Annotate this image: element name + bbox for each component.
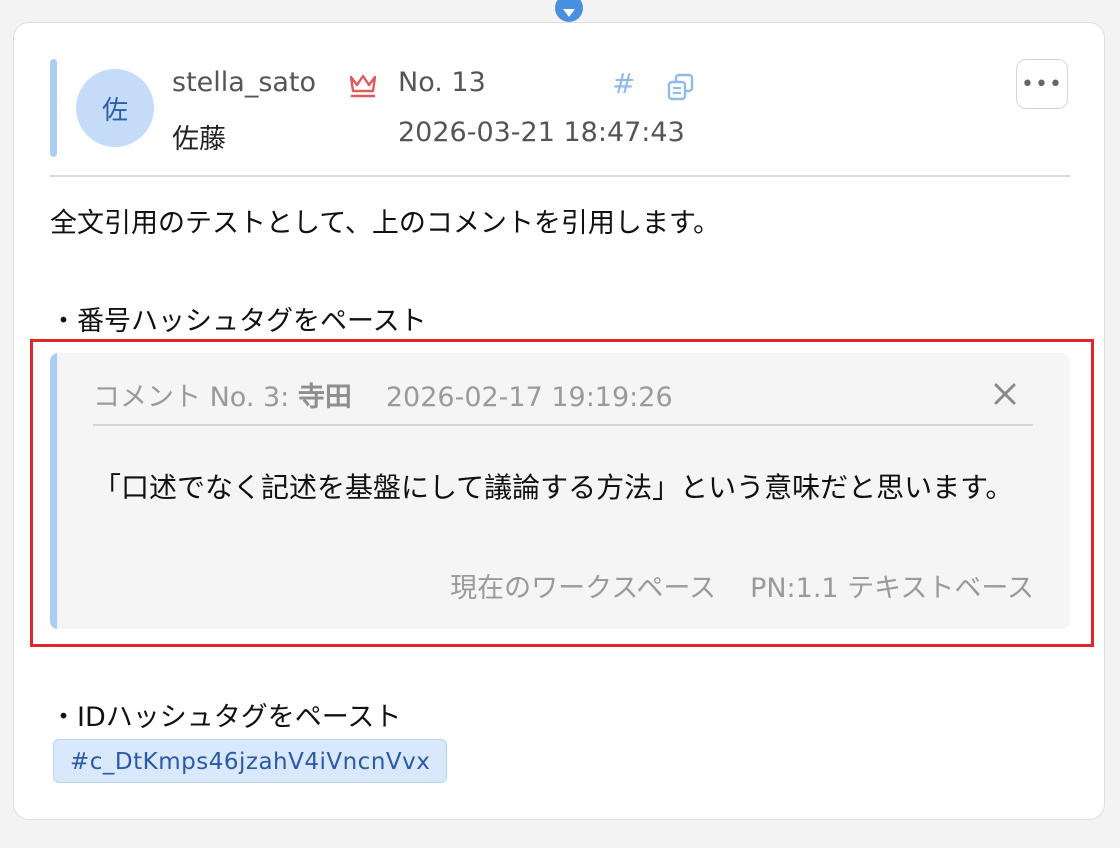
quote-timestamp: 2026-02-17 19:19:26 — [385, 382, 673, 413]
crown-icon — [349, 74, 377, 98]
chevron-down-icon — [563, 9, 575, 17]
comment-body-line: ・IDハッシュタグをペースト — [50, 702, 402, 733]
comment-body-line: ・番号ハッシュタグをペースト — [50, 306, 427, 337]
quote-text: 「口述でなく記述を基盤にして議論する方法」という意味だと思います。 — [93, 471, 1014, 504]
more-icon: ••• — [1021, 71, 1063, 97]
display-name: 佐藤 — [172, 124, 226, 155]
quote-accent-bar — [50, 353, 57, 629]
quote-prefix: コメント No. 3: — [93, 382, 298, 413]
avatar-initial: 佐 — [101, 95, 128, 126]
comment-body-line: 全文引用のテストとして、上のコメントを引用します。 — [50, 208, 721, 239]
quote-divider — [93, 424, 1033, 426]
username[interactable]: stella_sato — [172, 67, 316, 98]
scroll-up-indicator[interactable] — [555, 0, 583, 22]
comment-timestamp: 2026-03-21 18:47:43 — [398, 117, 685, 148]
hashtag-icon[interactable]: # — [612, 70, 635, 98]
comment-card: 佐 stella_sato No. 13 # 佐藤 2026-03-21 18:… — [13, 22, 1105, 820]
avatar[interactable]: 佐 — [76, 69, 154, 147]
quote-workspace[interactable]: 現在のワークスペース — [450, 573, 716, 604]
quoted-comment: コメント No. 3: 寺田 2026-02-17 19:19:26 「口述でなく… — [50, 353, 1070, 629]
copy-icon[interactable] — [666, 72, 696, 102]
quote-author: 寺田 — [297, 382, 352, 413]
quote-pn[interactable]: PN:1.1 テキストベース — [750, 573, 1034, 604]
comment-number: No. 13 — [398, 67, 486, 98]
id-hashtag-chip[interactable]: #c_DtKmps46jzahV4iVncnVvx — [53, 739, 448, 783]
header-accent-bar — [50, 59, 57, 157]
more-options-button[interactable]: ••• — [1016, 59, 1068, 109]
quote-footer: 現在のワークスペース PN:1.1 テキストベース — [450, 566, 1034, 605]
header-divider — [50, 175, 1070, 177]
close-icon[interactable] — [990, 379, 1020, 409]
quote-header: コメント No. 3: 寺田 2026-02-17 19:19:26 — [93, 375, 673, 414]
